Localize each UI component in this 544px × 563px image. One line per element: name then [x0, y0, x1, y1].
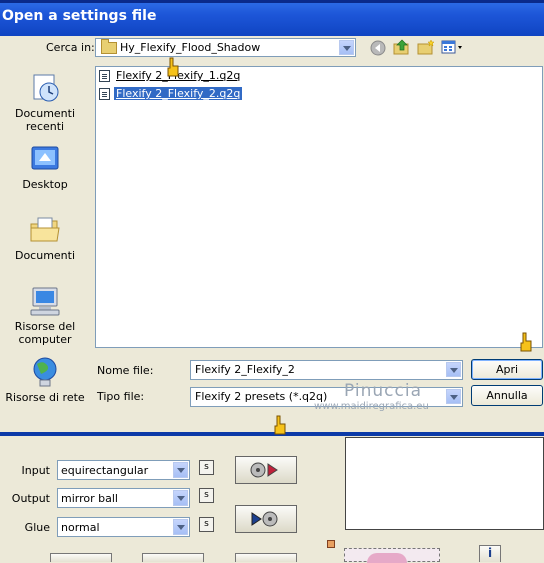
- glue-value: normal: [61, 521, 100, 534]
- filetype-label: Tipo file:: [97, 390, 145, 403]
- place-label: Documenti: [14, 249, 76, 262]
- open-button[interactable]: Apri: [471, 359, 543, 380]
- bottom-button-2[interactable]: [142, 553, 204, 562]
- filename-value: Flexify 2_Flexify_2: [195, 363, 295, 376]
- save-settings-button[interactable]: [235, 505, 297, 533]
- filetype-dropdown-arrow[interactable]: [446, 389, 461, 404]
- hand-pointer-icon: [274, 415, 286, 435]
- place-my-computer[interactable]: Risorse del computer: [3, 285, 87, 346]
- lookin-dropdown-arrow[interactable]: [339, 40, 354, 55]
- my-computer-icon: [29, 285, 61, 317]
- load-settings-button[interactable]: [235, 456, 297, 484]
- chevron-down-icon: [450, 368, 458, 373]
- input-label: Input: [21, 464, 50, 477]
- place-desktop[interactable]: Desktop: [3, 143, 87, 191]
- chevron-down-icon: [177, 468, 185, 473]
- recent-documents-icon: [29, 72, 61, 104]
- file-list[interactable]: Flexify 2_Flexify_1.q2q Flexify 2_Flexif…: [95, 66, 543, 348]
- lookin-label: Cerca in:: [46, 41, 95, 54]
- place-label-2: computer: [18, 333, 72, 346]
- my-documents-icon: [29, 214, 61, 246]
- watermark-name: Pinuccia: [344, 381, 422, 401]
- new-folder-icon: [417, 39, 435, 55]
- lookin-value: Hy_Flexify_Flood_Shadow: [120, 41, 261, 54]
- bottom-button-3[interactable]: [235, 553, 297, 562]
- place-label: Documenti: [14, 107, 76, 120]
- chevron-down-icon: [450, 395, 458, 400]
- glue-select[interactable]: normal: [57, 517, 190, 537]
- info-button[interactable]: i: [479, 545, 501, 562]
- hand-pointer-icon: [167, 57, 179, 77]
- new-folder-button[interactable]: [416, 38, 436, 56]
- hand-pointer-icon: [520, 332, 532, 352]
- preview-area[interactable]: [345, 437, 544, 530]
- network-icon: [29, 356, 61, 388]
- place-my-documents[interactable]: Documenti: [3, 214, 87, 262]
- file-item-selected[interactable]: Flexify 2_Flexify_2.q2q: [99, 87, 299, 102]
- glue-label: Glue: [24, 521, 50, 534]
- output-settings-button[interactable]: s: [199, 488, 214, 503]
- filetype-value: Flexify 2 presets (*.q2q): [195, 390, 328, 403]
- file-item[interactable]: Flexify 2_Flexify_1.q2q: [99, 69, 299, 84]
- folder-icon: [101, 39, 117, 54]
- glue-dropdown-arrow[interactable]: [173, 519, 188, 535]
- place-network[interactable]: Risorse di rete: [3, 356, 87, 404]
- settings-file-icon: [99, 70, 110, 82]
- folder-up-icon: [393, 39, 409, 55]
- filename-field[interactable]: Flexify 2_Flexify_2: [190, 360, 463, 380]
- glue-settings-button[interactable]: s: [199, 517, 214, 532]
- watermark-url: www.maidiregrafica.eu: [314, 401, 429, 412]
- place-label: Risorse di rete: [5, 391, 85, 404]
- output-select[interactable]: mirror ball: [57, 488, 190, 508]
- bottom-button-1[interactable]: [50, 553, 112, 562]
- back-button[interactable]: [368, 39, 388, 57]
- file-name: Flexify 2_Flexify_2.q2q: [114, 87, 243, 100]
- up-folder-button[interactable]: [392, 38, 412, 56]
- view-menu-icon: [441, 40, 462, 54]
- input-dropdown-arrow[interactable]: [173, 462, 188, 478]
- place-label: Risorse del: [14, 320, 76, 333]
- desktop-icon: [29, 143, 61, 175]
- title-bar-edge: [0, 0, 544, 3]
- chevron-down-icon: [177, 496, 185, 501]
- place-label-2: recenti: [25, 120, 65, 133]
- disk-to-play-icon: [250, 462, 278, 478]
- back-arrow-icon: [370, 40, 386, 56]
- view-menu-button[interactable]: [440, 38, 464, 56]
- place-label: Desktop: [22, 178, 68, 191]
- window-title: Open a settings file: [2, 8, 157, 24]
- small-handle[interactable]: [327, 540, 335, 548]
- settings-file-icon: [99, 88, 110, 100]
- play-to-disk-icon: [251, 511, 278, 527]
- chevron-down-icon: [177, 525, 185, 530]
- chevron-down-icon: [343, 46, 351, 51]
- filename-label: Nome file:: [97, 364, 154, 377]
- output-dropdown-arrow[interactable]: [173, 490, 188, 506]
- output-label: Output: [11, 492, 50, 505]
- filename-dropdown-arrow[interactable]: [446, 362, 461, 377]
- lookin-combo[interactable]: Hy_Flexify_Flood_Shadow: [95, 38, 356, 57]
- thumbnail-preview: [344, 548, 440, 563]
- cancel-button[interactable]: Annulla: [471, 385, 543, 406]
- info-icon: i: [487, 546, 493, 560]
- input-settings-button[interactable]: s: [199, 460, 214, 475]
- output-value: mirror ball: [61, 492, 118, 505]
- places-bar: Documenti recenti Desktop Documenti Riso…: [3, 66, 87, 408]
- input-value: equirectangular: [61, 464, 149, 477]
- title-bar[interactable]: Open a settings file: [0, 0, 544, 36]
- input-select[interactable]: equirectangular: [57, 460, 190, 480]
- place-recent-documents[interactable]: Documenti recenti: [3, 72, 87, 133]
